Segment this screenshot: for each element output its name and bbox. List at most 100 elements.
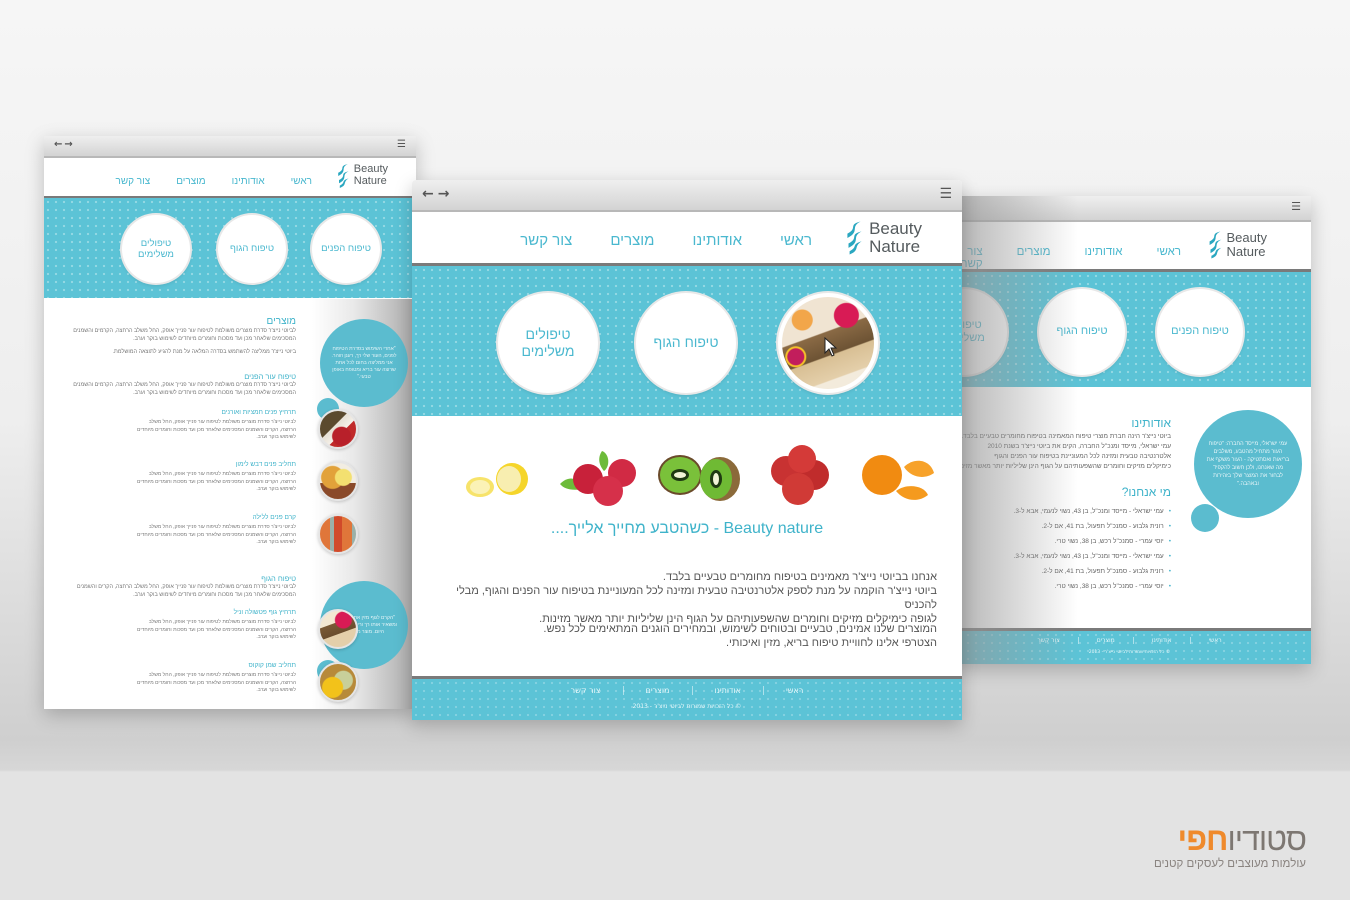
nav-products[interactable]: מוצרים (1017, 246, 1051, 270)
product-thumbnail (318, 409, 358, 449)
treatment-body-button[interactable]: טיפוח הגוף (1039, 289, 1125, 375)
product-thumbnail (318, 662, 358, 702)
footer-nav: ראשי אודותינו מוצרים צור קשר (948, 637, 1311, 644)
treatment-face-button[interactable]: טיפוח הפנים (1157, 289, 1243, 375)
footer-link-about[interactable]: אודותינו (1132, 637, 1190, 644)
product-desc: לביוטי נייצ'ר סדרת מוצרים משולמת לטיפוח … (137, 419, 296, 440)
product-desc: לביוטי נייצ'ר סדרת מוצרים משולמת לטיפוח … (137, 619, 296, 640)
nav-products[interactable]: מוצרים (610, 232, 654, 249)
product-title[interactable]: תרחיץ פנים חמציות ואורנים (86, 409, 296, 416)
forward-icon[interactable]: → (438, 186, 454, 202)
logo-line2: Nature (869, 237, 921, 256)
section-text: לביוטי נייצ'ר סדרת מוצרים משולמת לטיפוח … (73, 382, 296, 396)
logo-line2: Nature (1226, 244, 1266, 259)
about-title: אודותינו (1131, 416, 1171, 430)
treatment-body-button[interactable]: טיפוח הגוף (218, 215, 286, 283)
back-icon[interactable]: ← (422, 186, 438, 202)
browser-toolbar: ←→ ☰ (412, 180, 962, 212)
treatment-complementary-button[interactable]: טיפולים משלימים (498, 293, 598, 393)
menu-icon[interactable]: ☰ (1291, 200, 1301, 213)
section-title: טיפוח עור הפנים (244, 372, 296, 381)
product-thumbnail (318, 514, 358, 554)
product-item[interactable]: תחליב שמן קוקוס לביוטי נייצ'ר סדרת מוצרי… (86, 662, 358, 706)
site-header: Beauty Nature ראשי אודותינו מוצרים צור קש… (44, 158, 416, 198)
treatments-banner: טיפוח הפנים טיפוח הגוף טיפולים משלימים (44, 198, 416, 298)
footer-link-contact[interactable]: צור קשר (549, 686, 623, 695)
footer-link-about[interactable]: אודותינו (691, 686, 764, 695)
product-title[interactable]: תרחיץ גוף פטשולה וניל (86, 609, 296, 616)
menu-icon[interactable]: ☰ (939, 186, 952, 202)
nav-home[interactable]: ראשי (291, 176, 312, 187)
nav-contact[interactable]: צור קשר (115, 176, 150, 187)
founder-quote-bubble: עמי ישראלי, מייסד החברה: "טיפוח העור מתח… (1194, 410, 1302, 518)
products-page-window: ←→ ☰ Beauty Nature ראשי אודותינו מוצרים צ… (44, 136, 416, 709)
back-icon[interactable]: ← (54, 139, 64, 150)
about-line: אלטרנטיבה טבעית ומזינה לכל המעוניינת בטי… (994, 453, 1171, 460)
products-line: הצטרפי אלינו לחוויית טיפוח בריא, מזין וא… (725, 637, 937, 649)
nav-contact[interactable]: צור קשר (961, 246, 982, 270)
wave-logo-icon (847, 221, 862, 255)
mouse-cursor-icon (824, 337, 838, 357)
treatment-body-button[interactable]: טיפוח הגוף (636, 293, 736, 393)
quote-dot (1191, 504, 1219, 532)
logo-line1: Beauty (869, 219, 922, 239)
main-nav: ראשי אודותינו מוצרים צור קשר (89, 176, 312, 187)
site-footer: ראשי אודותינו מוצרים צור קשר © כל הזכויו… (948, 628, 1311, 664)
product-item[interactable]: תרחיץ פנים חמציות ואורנים לביוטי נייצ'ר … (86, 409, 358, 453)
nav-about[interactable]: אודותינו (1085, 246, 1123, 270)
logo[interactable]: Beauty Nature (1206, 230, 1267, 260)
menu-icon[interactable]: ☰ (397, 139, 406, 150)
footer-link-contact[interactable]: צור קשר (1019, 637, 1077, 644)
logo-line2: Nature (353, 175, 387, 187)
site-header: Beauty Nature ראשי אודותינו מוצרים צור קש… (412, 212, 962, 266)
logo-line1: Beauty (1226, 230, 1267, 246)
nav-about[interactable]: אודותינו (692, 232, 742, 249)
product-title[interactable]: תחליב שמן קוקוס (86, 662, 296, 669)
nav-home[interactable]: ראשי (780, 232, 812, 249)
product-thumbnail (318, 609, 358, 649)
site-footer: ראשי אודותינו מוצרים צור קשר © כל הזכויו… (412, 676, 962, 720)
team-list: עמי ישראלי - מייסד ומנכ"ל, בן 43, נשוי ל… (1014, 504, 1171, 594)
logo[interactable]: Beauty Nature (335, 163, 388, 189)
browser-toolbar: ☰ (948, 196, 1311, 222)
products-paragraph: המוצרים שלנו אמינים, טבעיים ובטוחים לשימ… (444, 622, 937, 650)
section-note: ביוטי נייצ'ר ממליצה להשתמש בסדרה המלאה ע… (112, 349, 296, 355)
product-title[interactable]: תחליב פנים דבש לימון (86, 461, 296, 468)
home-page-window: ←→ ☰ Beauty Nature ראשי אודותינו מוצרים צ… (412, 180, 962, 720)
intro-line: ביוטי נייצ'ר הוקמה על מנת לספק אלטרנטיבה… (456, 585, 937, 611)
section-title: טיפוח הגוף (261, 574, 296, 583)
site-header: Beauty Nature ראשי אודותינו מוצרים צור קש… (948, 222, 1311, 272)
back-forward-icons[interactable]: ←→ (54, 139, 75, 150)
footer-link-products[interactable]: מוצרים (1077, 637, 1133, 644)
footer-nav: ראשי אודותינו מוצרים צור קשר (412, 686, 962, 695)
section-text: לביוטי נייצ'ר סדרת מוצרים משולמת לטיפוח … (73, 328, 296, 342)
product-item[interactable]: תרחיץ גוף פטשולה וניל לביוטי נייצ'ר סדרת… (86, 609, 358, 653)
product-item[interactable]: קרם פנים ללילה לביוטי נייצ'ר סדרת מוצרים… (86, 514, 358, 558)
product-item[interactable]: תחליב פנים דבש לימון לביוטי נייצ'ר סדרת … (86, 461, 358, 505)
nav-contact[interactable]: צור קשר (520, 232, 572, 249)
logo[interactable]: Beauty Nature (843, 218, 922, 258)
team-member: עמי ישראלי - מייסד ומנכ"ל, בן 43, נשוי ל… (1014, 504, 1171, 519)
product-title[interactable]: קרם פנים ללילה (86, 514, 296, 521)
wave-logo-icon (1209, 231, 1221, 259)
lemon-image (466, 462, 528, 497)
orange-image (862, 454, 934, 500)
team-member: יוסי עמרי - סמנכ"ל רכש, בן 38, נשוי טרי. (1014, 534, 1171, 549)
treatment-face-button[interactable]: טיפוח הפנים (312, 215, 380, 283)
strawberries-image (771, 444, 829, 505)
browser-toolbar: ←→ ☰ (44, 136, 416, 158)
footer-link-home[interactable]: ראשי (1189, 637, 1240, 644)
nav-products[interactable]: מוצרים (176, 176, 205, 187)
nav-about[interactable]: אודותינו (232, 176, 265, 187)
testimonial-bubble: "אחרי השימוש בסדרת הטיפוח לפנים, העור של… (320, 319, 408, 407)
nav-home[interactable]: ראשי (1156, 246, 1181, 270)
treatment-face-button[interactable] (778, 293, 878, 393)
team-member: יוסי עמרי - סמנכ"ל רכש, בן 38, נשוי טרי. (1014, 579, 1171, 594)
forward-icon[interactable]: → (64, 139, 74, 150)
studio-tagline: עולמות מעוצבים לעסקים קטנים (1153, 858, 1306, 870)
footer-link-products[interactable]: מוצרים (622, 686, 692, 695)
body-care-section: טיפוח הגוף לביוטי נייצ'ר סדרת מוצרים משו… (64, 574, 296, 599)
products-line: המוצרים שלנו אמינים, טבעיים ובטוחים לשימ… (543, 623, 937, 635)
footer-link-home[interactable]: ראשי (763, 686, 825, 695)
treatment-complementary-button[interactable]: טיפולים משלימים (122, 215, 190, 283)
